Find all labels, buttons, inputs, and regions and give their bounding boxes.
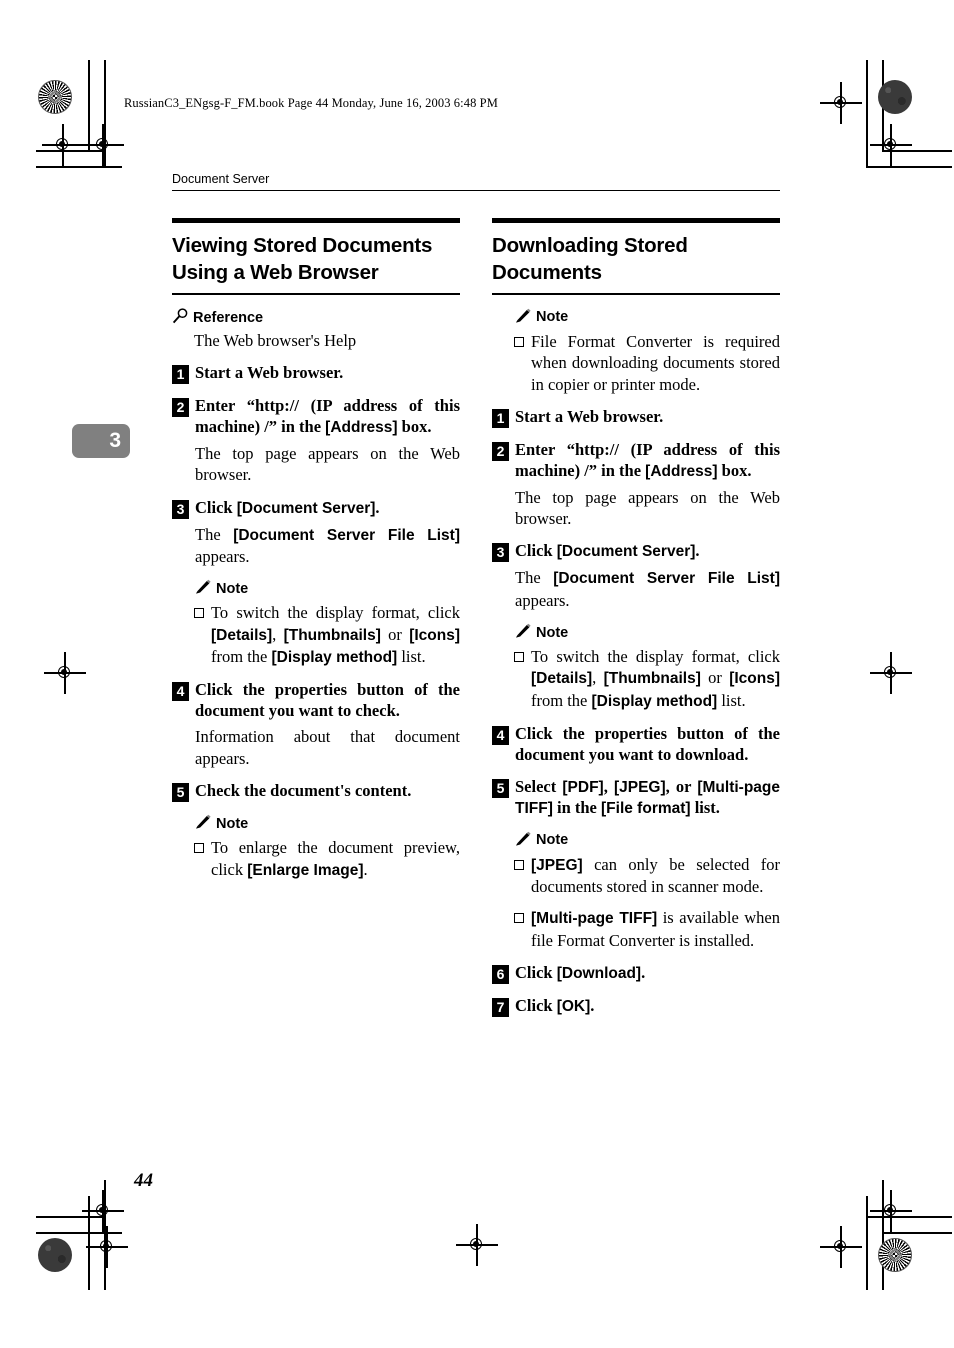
step-text: Click the properties button of the docum… bbox=[515, 723, 780, 764]
manual-page: RussianC3_ENgsg-F_FM.book Page 44 Monday… bbox=[0, 0, 954, 1348]
reference-label: Reference bbox=[193, 309, 264, 326]
step-result-text: The top page appears on the Web browser. bbox=[515, 487, 780, 528]
numbered-step: 1 Start a Web browser. bbox=[172, 363, 460, 385]
step-number-badge: 3 bbox=[172, 499, 189, 519]
note-bullet-icon bbox=[514, 652, 524, 663]
chapter-number-tab: 3 bbox=[72, 424, 130, 458]
step-number-badge: 5 bbox=[172, 783, 189, 803]
note-text: To enlarge the document preview, click [… bbox=[211, 838, 460, 879]
note-heading: Note bbox=[194, 814, 460, 833]
numbered-step: 6 Click [Download]. bbox=[492, 963, 780, 985]
two-column-body: Viewing Stored Documents Using a Web Bro… bbox=[172, 218, 781, 1018]
note-bullet-icon bbox=[194, 608, 204, 619]
right-column: Downloading Stored Documents Note File Fo… bbox=[492, 218, 781, 1018]
numbered-step: 2 Enter “http:// (IP address of this mach… bbox=[172, 396, 460, 438]
note-heading: Note bbox=[514, 623, 780, 642]
note-label: Note bbox=[536, 624, 569, 641]
note-heading: Note bbox=[514, 831, 780, 850]
note-text: To switch the display format, click [Det… bbox=[531, 647, 780, 710]
numbered-step: 3 Click [Document Server]. bbox=[172, 498, 460, 519]
note-item: [JPEG] can only be selected for document… bbox=[514, 854, 780, 898]
step-number-badge: 2 bbox=[172, 398, 189, 418]
step-text: Enter “http:// (IP address of this machi… bbox=[195, 396, 460, 436]
section-title: Downloading Stored Documents bbox=[492, 234, 688, 285]
step-number-badge: 7 bbox=[492, 998, 509, 1018]
note-item: [Multi-page TIFF] is available when file… bbox=[514, 907, 780, 951]
step-text: Click the properties button of the docum… bbox=[195, 679, 460, 720]
step-number-badge: 1 bbox=[172, 365, 189, 385]
step-result-text: The top page appears on the Web browser. bbox=[195, 443, 460, 485]
running-header: Document Server bbox=[172, 172, 780, 191]
right-column-content: Note File Format Converter is required wh… bbox=[492, 308, 781, 1018]
step-result-text: Information about that document appears. bbox=[195, 727, 460, 768]
note-bullet-icon bbox=[514, 913, 524, 924]
numbered-step: 3 Click [Document Server]. bbox=[492, 541, 780, 563]
pencil-icon bbox=[514, 308, 532, 327]
note-bullet-icon bbox=[514, 336, 524, 347]
pencil-icon bbox=[514, 831, 532, 850]
step-text: Enter “http:// (IP address of this machi… bbox=[515, 440, 780, 480]
step-number-badge: 6 bbox=[492, 965, 509, 985]
step-result-text: The [Document Server File List] appears. bbox=[195, 524, 461, 566]
section-rule-bottom bbox=[492, 292, 780, 295]
step-text: Start a Web browser. bbox=[195, 363, 344, 383]
note-text: [JPEG] can only be selected for document… bbox=[531, 854, 780, 896]
note-heading: Note bbox=[514, 308, 780, 327]
note-item: To switch the display format, click [Det… bbox=[194, 602, 460, 668]
pencil-icon bbox=[194, 814, 212, 833]
step-number-badge: 5 bbox=[492, 779, 509, 799]
note-label: Note bbox=[536, 309, 569, 326]
step-number-badge: 4 bbox=[172, 681, 189, 701]
numbered-step: 5 Check the document's content. bbox=[172, 781, 460, 803]
note-heading: Note bbox=[194, 579, 460, 598]
left-column: Viewing Stored Documents Using a Web Bro… bbox=[172, 218, 460, 1017]
section-rule-bottom bbox=[172, 292, 460, 295]
step-text: Select [PDF], [JPEG], or [Multi-page TIF… bbox=[515, 777, 780, 818]
step-number-badge: 2 bbox=[492, 442, 509, 461]
reference-body: The Web browser's Help bbox=[194, 330, 357, 350]
pencil-icon bbox=[514, 623, 532, 642]
reference-heading: Reference bbox=[172, 308, 460, 328]
step-text: Check the document's content. bbox=[195, 781, 412, 801]
numbered-step: 1 Start a Web browser. bbox=[492, 407, 780, 428]
note-item: To switch the display format, click [Det… bbox=[514, 646, 780, 712]
note-label: Note bbox=[536, 832, 569, 849]
page-number: 44 bbox=[134, 1170, 153, 1191]
left-column-content: Reference The Web browser's Help 1 Start a … bbox=[172, 308, 460, 881]
note-label: Note bbox=[216, 580, 249, 597]
section-rule-top bbox=[172, 218, 460, 223]
note-text: File Format Converter is required when d… bbox=[531, 331, 780, 394]
numbered-step: 4 Click the properties button of the docu… bbox=[172, 680, 460, 722]
numbered-step: 5 Select [PDF], [JPEG], or [Multi-page TI… bbox=[492, 777, 780, 819]
step-result-text: The [Document Server File List] appears. bbox=[515, 568, 781, 610]
source-file-header: RussianC3_ENgsg-F_FM.book Page 44 Monday… bbox=[124, 96, 498, 110]
magnifier-icon bbox=[172, 308, 189, 328]
step-number-badge: 3 bbox=[492, 543, 509, 563]
note-text: [Multi-page TIFF] is available when file… bbox=[531, 908, 780, 950]
step-text: Click [OK]. bbox=[515, 996, 595, 1016]
section-title: Viewing Stored Documents Using a Web Bro… bbox=[172, 234, 433, 285]
note-bullet-icon bbox=[514, 859, 524, 870]
note-bullet-icon bbox=[194, 843, 204, 854]
note-item: File Format Converter is required when d… bbox=[514, 331, 780, 395]
numbered-step: 7 Click [OK]. bbox=[492, 996, 780, 1018]
step-number-badge: 4 bbox=[492, 725, 509, 745]
section-rule-top bbox=[492, 218, 780, 223]
step-text: Click [Document Server]. bbox=[195, 497, 380, 517]
step-text: Start a Web browser. bbox=[515, 407, 664, 426]
note-item: To enlarge the document preview, click [… bbox=[194, 837, 460, 881]
numbered-step: 4 Click the properties button of the docu… bbox=[492, 724, 780, 766]
pencil-icon bbox=[194, 579, 212, 598]
note-label: Note bbox=[216, 815, 249, 832]
numbered-step: 2 Enter “http:// (IP address of this mach… bbox=[492, 440, 780, 482]
step-number-badge: 1 bbox=[492, 409, 509, 428]
step-text: Click [Download]. bbox=[515, 963, 646, 983]
note-text: To switch the display format, click [Det… bbox=[211, 603, 460, 666]
step-text: Click [Document Server]. bbox=[515, 541, 700, 561]
